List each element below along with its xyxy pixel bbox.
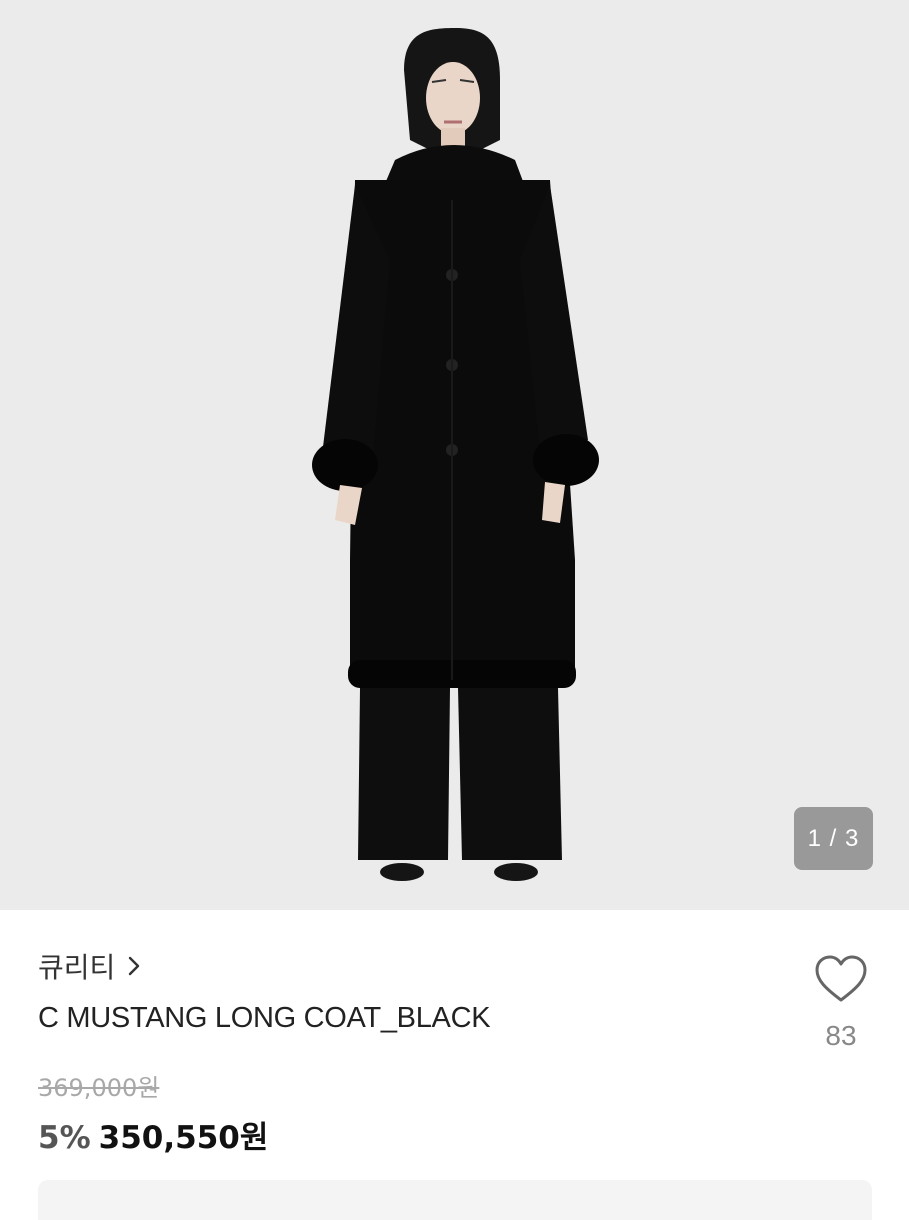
product-title: C MUSTANG LONG COAT_BLACK	[38, 1002, 491, 1034]
like-button[interactable]: 83	[806, 950, 876, 1060]
brand-name: 큐리티	[38, 951, 116, 984]
price-row: 5% 350,550원	[38, 1112, 268, 1157]
section-divider-card	[38, 1180, 872, 1220]
sale-price: 350,550원	[98, 1120, 269, 1156]
product-image-gallery[interactable]: 1 / 3	[0, 0, 909, 910]
product-info-section: 큐리티 C MUSTANG LONG COAT_BLACK 83 369,000…	[0, 910, 909, 1220]
product-photo	[312, 28, 599, 881]
like-count: 83	[825, 1020, 857, 1051]
original-price: 369,000원	[38, 1074, 160, 1102]
brand-link[interactable]: 큐리티	[38, 948, 141, 984]
discount-rate: 5%	[38, 1120, 91, 1156]
chevron-right-icon	[129, 956, 140, 976]
image-counter-badge: 1 / 3	[794, 807, 873, 870]
heart-outline-icon	[815, 955, 867, 1002]
